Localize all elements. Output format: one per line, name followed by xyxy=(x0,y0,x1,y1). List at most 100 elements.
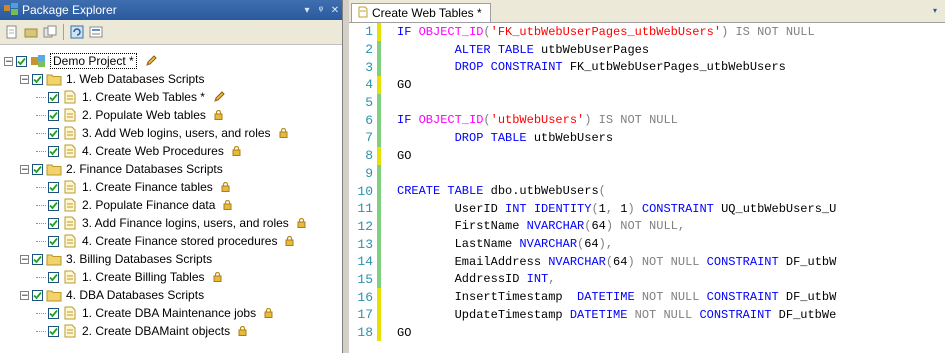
tree-connector xyxy=(36,186,46,188)
tree-node-label: Demo Project * xyxy=(50,53,137,69)
new-folder-icon[interactable] xyxy=(23,24,39,40)
checkbox[interactable] xyxy=(48,127,59,139)
line-number: 17 xyxy=(357,307,373,323)
checkbox[interactable] xyxy=(32,289,43,301)
new-script-icon[interactable] xyxy=(4,24,20,40)
editor-tabbar: Create Web Tables * ▾ xyxy=(349,0,945,23)
tree-folder-node[interactable]: − 2. Finance Databases Scripts xyxy=(4,160,342,178)
tree-script-node[interactable]: 4. Create Finance stored procedures xyxy=(4,232,342,250)
code-token: DROP TABLE xyxy=(454,130,534,145)
code-token: CREATE TABLE xyxy=(397,184,491,199)
checkbox[interactable] xyxy=(32,163,43,175)
tree-script-node[interactable]: 2. Create DBAMaint objects xyxy=(4,322,342,340)
code-token: ( xyxy=(577,237,585,252)
checkbox[interactable] xyxy=(48,199,59,211)
package-explorer-toolbar xyxy=(0,20,342,45)
tree-node-label: 2. Populate Web tables xyxy=(82,108,206,122)
code-token: ( xyxy=(598,184,606,199)
code-token: DF_utbWe xyxy=(778,307,837,322)
tree-connector xyxy=(36,114,46,116)
code-token: UserID xyxy=(397,201,506,216)
checkbox[interactable] xyxy=(48,145,59,157)
change-marker xyxy=(377,23,381,41)
script-icon xyxy=(62,108,78,122)
tree-script-node[interactable]: 1. Create Finance tables xyxy=(4,178,342,196)
tree-connector xyxy=(36,240,46,242)
package-explorer-icon xyxy=(4,2,18,18)
collapse-icon[interactable]: − xyxy=(20,290,29,300)
script-icon xyxy=(62,144,78,158)
tree-script-node[interactable]: 2. Populate Web tables xyxy=(4,106,342,124)
code-token: IF xyxy=(397,24,419,39)
code-token: CONSTRAINT xyxy=(699,307,779,322)
tree-project-node[interactable]: − Demo Project * xyxy=(4,52,342,70)
toolbar-separator xyxy=(63,24,64,40)
tree-folder-node[interactable]: − 3. Billing Databases Scripts xyxy=(4,250,342,268)
code-token: ), xyxy=(598,237,614,252)
checkbox[interactable] xyxy=(48,325,59,337)
code-token: LastName xyxy=(397,237,520,252)
lock-icon xyxy=(223,200,232,210)
code-token: NVARCHAR xyxy=(519,237,578,252)
line-number: 5 xyxy=(365,95,373,111)
tree-script-node[interactable]: 2. Populate Finance data xyxy=(4,196,342,214)
code-token: 1 xyxy=(620,201,628,216)
checkbox[interactable] xyxy=(48,217,59,229)
checkbox[interactable] xyxy=(48,109,59,121)
collapse-icon[interactable]: − xyxy=(20,74,29,84)
tree-script-node[interactable]: 3. Add Web logins, users, and roles xyxy=(4,124,342,142)
tree-script-node[interactable]: 1. Create DBA Maintenance jobs xyxy=(4,304,342,322)
tab-create-web-tables[interactable]: Create Web Tables * xyxy=(351,3,491,22)
code-line: 13 LastName NVARCHAR(64), xyxy=(349,235,945,253)
code-token: EmailAddress xyxy=(397,254,549,269)
tree-script-node[interactable]: 1. Create Billing Tables xyxy=(4,268,342,286)
script-icon xyxy=(62,234,78,248)
refresh-icon[interactable] xyxy=(69,24,85,40)
code-token: ) NOT NULL, xyxy=(605,219,686,234)
collapse-icon[interactable]: − xyxy=(4,56,13,66)
code-token: DF_utbW xyxy=(785,290,837,305)
tree-folder-node[interactable]: − 4. DBA Databases Scripts xyxy=(4,286,342,304)
dropdown-icon[interactable]: ▾ xyxy=(300,5,314,16)
code-area[interactable]: 1 IF OBJECT_ID('FK_utbWebUserPages_utbWeb… xyxy=(349,23,945,353)
tree-folder-node[interactable]: − 1. Web Databases Scripts xyxy=(4,70,342,88)
tree-script-node[interactable]: 1. Create Web Tables * xyxy=(4,88,342,106)
tree-script-node[interactable]: 3. Add Finance logins, users, and roles xyxy=(4,214,342,232)
code-token: utbWebUsers xyxy=(533,130,614,145)
checkbox[interactable] xyxy=(48,307,59,319)
pin-icon[interactable]: ᵠ xyxy=(314,5,328,16)
code-line: 1 IF OBJECT_ID('FK_utbWebUserPages_utbWeb… xyxy=(349,23,945,41)
change-marker xyxy=(377,76,381,94)
change-marker xyxy=(377,164,381,183)
properties-icon[interactable] xyxy=(88,24,104,40)
code-token: NOT NULL xyxy=(641,290,707,305)
checkbox[interactable] xyxy=(16,55,27,67)
lock-icon xyxy=(264,308,273,318)
tree-node-label: 2. Finance Databases Scripts xyxy=(66,162,223,176)
tree-node-label: 1. Create Billing Tables xyxy=(82,270,205,284)
checkbox[interactable] xyxy=(32,253,43,265)
checkbox[interactable] xyxy=(32,73,43,85)
close-icon[interactable]: ✕ xyxy=(328,5,342,16)
checkbox[interactable] xyxy=(48,181,59,193)
line-number: 8 xyxy=(365,148,373,164)
code-line: 16 InsertTimestamp DATETIME NOT NULL CON… xyxy=(349,288,945,306)
collapse-icon[interactable]: − xyxy=(20,254,29,264)
tab-list-icon[interactable]: ▾ xyxy=(933,6,937,15)
tree-node-label: 3. Billing Databases Scripts xyxy=(66,252,213,266)
change-marker xyxy=(377,182,381,200)
code-token: NOT NULL xyxy=(634,307,700,322)
checkbox[interactable] xyxy=(48,91,59,103)
lock-icon xyxy=(297,218,306,228)
lock-icon xyxy=(279,128,288,138)
code-token: ( xyxy=(584,219,592,234)
move-icon[interactable] xyxy=(42,24,58,40)
checkbox[interactable] xyxy=(48,271,59,283)
collapse-icon[interactable]: − xyxy=(20,164,29,174)
tree-script-node[interactable]: 4. Create Web Procedures xyxy=(4,142,342,160)
checkbox[interactable] xyxy=(48,235,59,247)
script-icon xyxy=(62,198,78,212)
code-token: , xyxy=(605,201,621,216)
tree-connector xyxy=(36,222,46,224)
